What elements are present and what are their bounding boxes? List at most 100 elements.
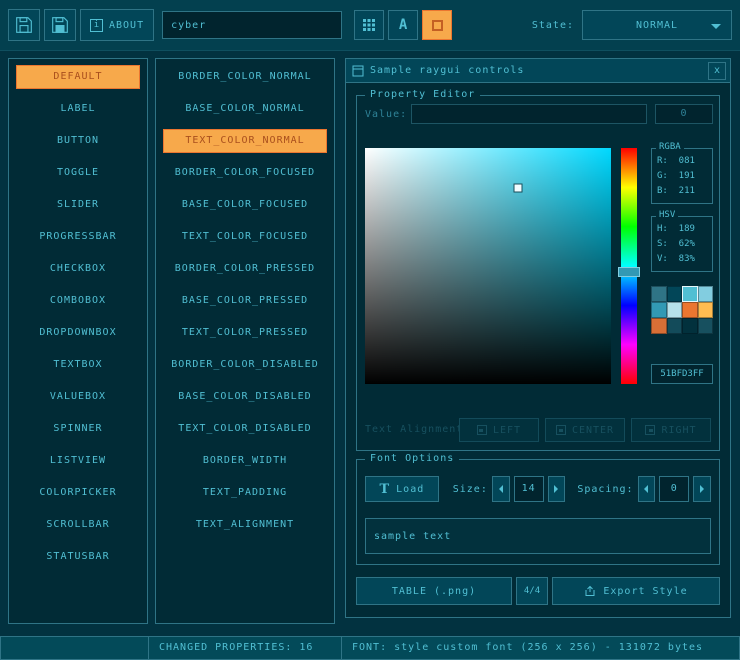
export-style-button[interactable]: Export Style bbox=[552, 577, 720, 605]
palette-cell[interactable] bbox=[698, 286, 714, 302]
statusbar-left bbox=[0, 636, 149, 660]
property-item-text_color_disabled[interactable]: TEXT_COLOR_DISABLED bbox=[163, 417, 327, 441]
hue-slider[interactable] bbox=[621, 148, 637, 384]
control-item-slider[interactable]: SLIDER bbox=[16, 193, 140, 217]
align-right-button[interactable]: RIGHT bbox=[631, 418, 711, 442]
property-item-border_width[interactable]: BORDER_WIDTH bbox=[163, 449, 327, 473]
rgba-g-value: G: 191 bbox=[652, 169, 712, 184]
export-format-combobox[interactable]: TABLE (.png) bbox=[356, 577, 512, 605]
export-icon bbox=[584, 585, 596, 597]
property-item-base_color_normal[interactable]: BASE_COLOR_NORMAL bbox=[163, 97, 327, 121]
export-format-counter[interactable]: 4/4 bbox=[516, 577, 548, 605]
value-box[interactable]: 0 bbox=[655, 104, 713, 124]
chevron-right-icon bbox=[554, 485, 558, 493]
font-size-increase-button[interactable] bbox=[548, 476, 566, 502]
value-input[interactable] bbox=[411, 104, 647, 124]
export-row: TABLE (.png) 4/4 Export Style bbox=[356, 577, 720, 605]
font-size-decrease-button[interactable] bbox=[492, 476, 510, 502]
hex-color-input[interactable] bbox=[651, 364, 713, 384]
palette-cell[interactable] bbox=[698, 318, 714, 334]
info-icon: i bbox=[90, 19, 103, 32]
font-spacing-decrease-button[interactable] bbox=[638, 476, 656, 502]
property-item-base_color_focused[interactable]: BASE_COLOR_FOCUSED bbox=[163, 193, 327, 217]
align-center-button[interactable]: CENTER bbox=[545, 418, 625, 442]
property-item-border_color_focused[interactable]: BORDER_COLOR_FOCUSED bbox=[163, 161, 327, 185]
control-item-spinner[interactable]: SPINNER bbox=[16, 417, 140, 441]
text-alignment-label: Text Alignment: bbox=[365, 424, 470, 435]
font-t-icon: T bbox=[379, 482, 389, 497]
about-button[interactable]: i ABOUT bbox=[80, 9, 154, 41]
font-spacing-value[interactable]: 0 bbox=[659, 476, 689, 502]
view-toggle-group: A bbox=[354, 10, 456, 40]
property-item-border_color_pressed[interactable]: BORDER_COLOR_PRESSED bbox=[163, 257, 327, 281]
property-item-text_color_normal[interactable]: TEXT_COLOR_NORMAL bbox=[163, 129, 327, 153]
control-item-default[interactable]: DEFAULT bbox=[16, 65, 140, 89]
align-right-label: RIGHT bbox=[661, 425, 696, 436]
align-left-icon bbox=[477, 425, 487, 435]
palette-cell[interactable] bbox=[651, 286, 667, 302]
toolbar: i ABOUT A State: NORMAL bbox=[0, 0, 740, 51]
control-item-combobox[interactable]: COMBOBOX bbox=[16, 289, 140, 313]
hsv-label: HSV bbox=[656, 210, 678, 220]
control-item-colorpicker[interactable]: COLORPICKER bbox=[16, 481, 140, 505]
control-item-toggle[interactable]: TOGGLE bbox=[16, 161, 140, 185]
control-item-statusbar[interactable]: STATUSBAR bbox=[16, 545, 140, 569]
font-options-group: Font Options T Load Size: 14 Spacing: 0 bbox=[356, 459, 720, 565]
palette-cell[interactable] bbox=[667, 302, 683, 318]
palette-cell[interactable] bbox=[667, 318, 683, 334]
property-item-border_color_disabled[interactable]: BORDER_COLOR_DISABLED bbox=[163, 353, 327, 377]
control-item-button[interactable]: BUTTON bbox=[16, 129, 140, 153]
picker-cursor[interactable] bbox=[514, 185, 521, 192]
property-item-base_color_pressed[interactable]: BASE_COLOR_PRESSED bbox=[163, 289, 327, 313]
property-item-text_color_focused[interactable]: TEXT_COLOR_FOCUSED bbox=[163, 225, 327, 249]
control-item-checkbox[interactable]: CHECKBOX bbox=[16, 257, 140, 281]
align-center-label: CENTER bbox=[572, 425, 614, 436]
load-font-button[interactable]: T Load bbox=[365, 476, 439, 502]
font-spacing-label: Spacing: bbox=[577, 484, 633, 495]
palette-cell[interactable] bbox=[682, 286, 698, 302]
close-icon[interactable]: x bbox=[708, 62, 726, 80]
font-atlas-button[interactable]: A bbox=[388, 10, 418, 40]
property-item-text_color_pressed[interactable]: TEXT_COLOR_PRESSED bbox=[163, 321, 327, 345]
align-left-button[interactable]: LEFT bbox=[459, 418, 539, 442]
font-spacing-increase-button[interactable] bbox=[693, 476, 711, 502]
style-name-input[interactable] bbox=[162, 11, 342, 39]
sample-text-input[interactable] bbox=[365, 518, 711, 554]
chevron-left-icon bbox=[499, 485, 503, 493]
palette-cell[interactable] bbox=[682, 302, 698, 318]
property-item-base_color_disabled[interactable]: BASE_COLOR_DISABLED bbox=[163, 385, 327, 409]
palette-cell[interactable] bbox=[682, 318, 698, 334]
control-item-valuebox[interactable]: VALUEBOX bbox=[16, 385, 140, 409]
window-titlebar[interactable]: Sample raygui controls x bbox=[346, 59, 730, 83]
color-panel-button[interactable] bbox=[422, 10, 452, 40]
chevron-down-icon bbox=[711, 24, 721, 29]
state-value: NORMAL bbox=[636, 20, 678, 31]
state-dropdown[interactable]: NORMAL bbox=[582, 10, 732, 40]
font-options-label: Font Options bbox=[365, 453, 459, 464]
palette-cell[interactable] bbox=[667, 286, 683, 302]
rgba-r-value: R: 081 bbox=[652, 149, 712, 169]
color-palette bbox=[651, 286, 713, 334]
control-item-progressbar[interactable]: PROGRESSBAR bbox=[16, 225, 140, 249]
control-item-scrollbar[interactable]: SCROLLBAR bbox=[16, 513, 140, 537]
palette-cell[interactable] bbox=[651, 318, 667, 334]
save-style-as-button[interactable] bbox=[44, 9, 76, 41]
color-picker-area[interactable] bbox=[365, 148, 611, 384]
property-item-text_alignment[interactable]: TEXT_ALIGNMENT bbox=[163, 513, 327, 537]
property-item-text_padding[interactable]: TEXT_PADDING bbox=[163, 481, 327, 505]
palette-cell[interactable] bbox=[698, 302, 714, 318]
property-item-border_color_normal[interactable]: BORDER_COLOR_NORMAL bbox=[163, 65, 327, 89]
hsv-group: HSV H: 189 S: 62% V: 83% bbox=[651, 216, 713, 272]
about-label: ABOUT bbox=[109, 20, 144, 31]
hue-slider-handle[interactable] bbox=[618, 267, 640, 277]
control-item-dropdownbox[interactable]: DROPDOWNBOX bbox=[16, 321, 140, 345]
control-item-label[interactable]: LABEL bbox=[16, 97, 140, 121]
font-size-value[interactable]: 14 bbox=[514, 476, 544, 502]
palette-cell[interactable] bbox=[651, 302, 667, 318]
control-item-textbox[interactable]: TEXTBOX bbox=[16, 353, 140, 377]
style-table-button[interactable] bbox=[354, 10, 384, 40]
save-style-button[interactable] bbox=[8, 9, 40, 41]
value-label: Value: bbox=[365, 109, 407, 120]
control-item-listview[interactable]: LISTVIEW bbox=[16, 449, 140, 473]
font-a-icon: A bbox=[399, 17, 407, 33]
